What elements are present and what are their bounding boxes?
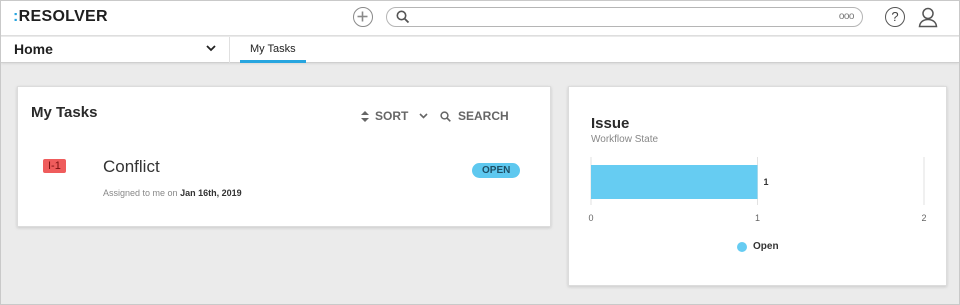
- user-icon: [918, 7, 938, 28]
- status-badge: OPEN: [472, 163, 521, 178]
- add-button[interactable]: [353, 7, 373, 27]
- workflow-state-chart: 0 1 2 1: [588, 157, 927, 223]
- chart-tick-label: 2: [921, 213, 926, 223]
- task-search-button[interactable]: SEARCH: [440, 109, 509, 123]
- home-label: Home: [14, 41, 53, 57]
- issue-chart-card: Issue Workflow State 0121 Open: [568, 86, 947, 286]
- help-button[interactable]: ?: [885, 7, 905, 27]
- app-frame: :RESOLVER ooo ? Home My Tasks My Tasks S…: [0, 0, 960, 305]
- chart-tick-label: 0: [588, 213, 593, 223]
- sort-chevron-down-icon[interactable]: [419, 113, 428, 119]
- sort-icon: [361, 110, 369, 122]
- top-bar: :RESOLVER ooo ?: [1, 1, 959, 36]
- search-icon: [396, 10, 410, 24]
- my-tasks-card: My Tasks SORT SEARCH I-1 Conflict Assign…: [17, 86, 551, 227]
- chevron-down-icon: [206, 45, 216, 52]
- task-name[interactable]: Conflict: [103, 157, 160, 177]
- resolver-logo[interactable]: :RESOLVER: [13, 8, 108, 26]
- chart-tick-label: 1: [755, 213, 760, 223]
- task-assigned-text: Assigned to me on Jan 16th, 2019: [103, 188, 242, 198]
- legend-label: Open: [753, 241, 779, 252]
- global-search-input[interactable]: ooo: [386, 7, 863, 27]
- sort-label: SORT: [375, 109, 409, 123]
- card-title: My Tasks: [31, 104, 98, 121]
- tab-label: My Tasks: [250, 43, 296, 55]
- search-options-icon[interactable]: ooo: [839, 8, 855, 26]
- plus-circle-icon: [357, 11, 368, 22]
- home-dropdown[interactable]: Home: [1, 37, 230, 63]
- help-icon: ?: [891, 9, 899, 24]
- nav-bar: Home My Tasks: [1, 37, 959, 63]
- tab-my-tasks[interactable]: My Tasks: [240, 37, 306, 63]
- task-list-item[interactable]: I-1 Conflict Assigned to me on Jan 16th,…: [18, 147, 550, 207]
- legend-swatch: [737, 241, 747, 252]
- chart-bar: [591, 165, 758, 199]
- task-assigned-date: Jan 16th, 2019: [180, 188, 242, 198]
- task-id-badge: I-1: [43, 159, 66, 173]
- user-menu-button[interactable]: [917, 6, 939, 33]
- search-label: SEARCH: [458, 109, 509, 123]
- chart-legend[interactable]: Open: [737, 241, 779, 252]
- sort-button[interactable]: SORT: [361, 109, 408, 123]
- chart-data-label: 1: [764, 177, 769, 187]
- active-tab-indicator: [240, 60, 306, 63]
- search-icon: [440, 110, 451, 122]
